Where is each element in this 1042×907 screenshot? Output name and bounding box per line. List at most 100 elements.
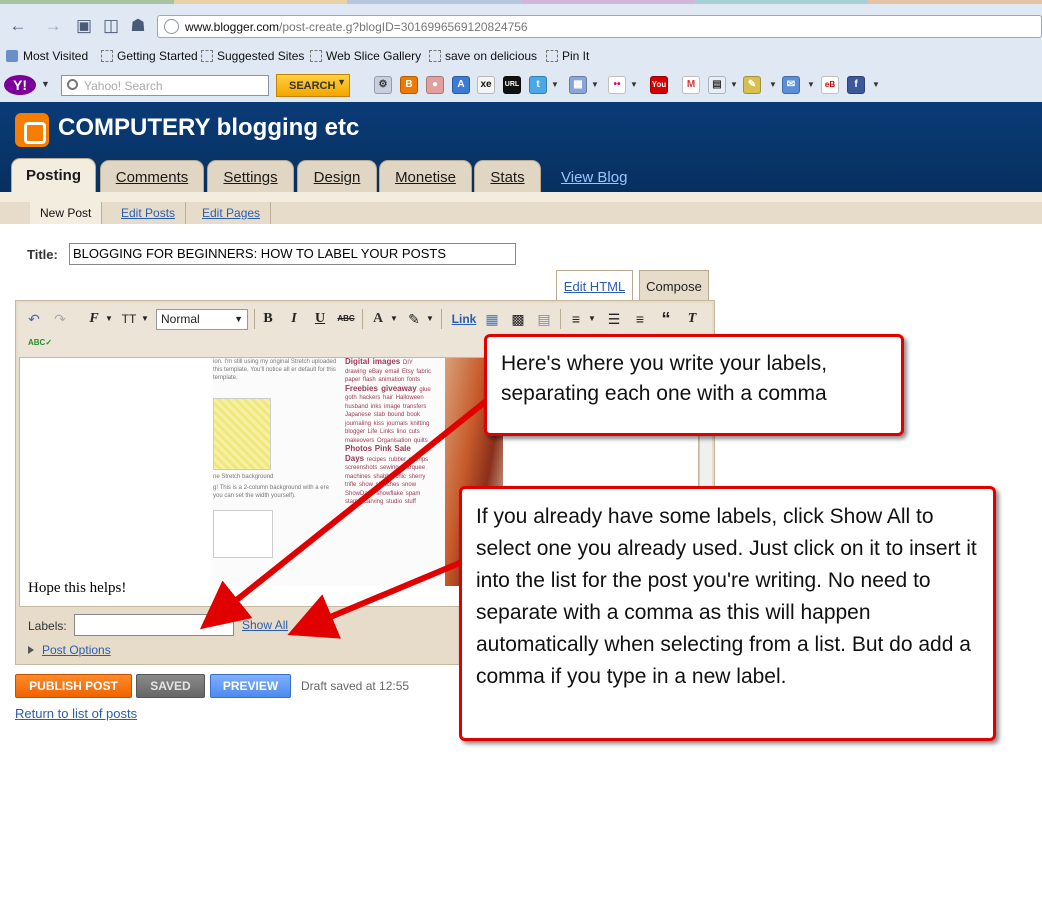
chevron-down-icon[interactable]: ▼ (140, 309, 150, 329)
undo-icon[interactable]: ↶ (24, 309, 44, 329)
edit-icon[interactable]: ✎ (743, 76, 761, 94)
toolbar-separator (362, 309, 363, 329)
chevron-down-icon[interactable]: ▼ (551, 80, 559, 89)
saved-button[interactable]: SAVED (136, 674, 205, 698)
twitter-icon[interactable]: t (529, 76, 547, 94)
flickr-icon[interactable]: •• (608, 76, 626, 94)
bold-icon[interactable]: B (258, 309, 278, 329)
highlight-icon[interactable]: ✎ (404, 309, 424, 329)
tab-stats[interactable]: Stats (474, 160, 541, 192)
blogger-icon[interactable]: B (400, 76, 418, 94)
post-title-input[interactable]: BLOGGING FOR BEGINNERS: HOW TO LABEL YOU… (69, 243, 516, 265)
italic-icon[interactable]: I (284, 309, 304, 329)
chevron-down-icon[interactable]: ▼ (591, 80, 599, 89)
jump-break-icon[interactable]: ▤ (534, 309, 554, 329)
chevron-down-icon[interactable]: ▼ (587, 309, 597, 329)
tab-posting[interactable]: Posting (11, 158, 96, 192)
show-all-tip-callout: If you already have some labels, click S… (459, 486, 996, 741)
strikethrough-icon[interactable]: ABC (336, 309, 356, 329)
edit-posts-link[interactable]: Edit Posts (121, 206, 175, 220)
chevron-down-icon[interactable]: ▼ (730, 80, 738, 89)
address-bar[interactable]: www.blogger.com/post-create.g?blogID=301… (157, 15, 1042, 38)
insert-image-icon[interactable]: ▦ (482, 309, 502, 329)
font-size-icon[interactable]: TT (119, 309, 139, 329)
navigation-bar: ← → ▣ ◫ ☗ www.blogger.com/post-create.g?… (0, 8, 1042, 44)
edit-pages-link[interactable]: Edit Pages (202, 206, 260, 220)
youtube-icon[interactable]: You (650, 76, 668, 94)
subnav-edit-posts[interactable]: Edit Posts (111, 202, 187, 224)
insert-link-button[interactable]: Link (449, 309, 479, 329)
yahoo-search-input[interactable]: Yahoo! Search (61, 75, 269, 96)
font-family-icon[interactable]: F (84, 309, 104, 329)
blogger-header: COMPUTERY blogging etc Posting Comments … (0, 102, 1042, 192)
view-blog-link[interactable]: View Blog (561, 169, 627, 186)
chevron-down-icon[interactable]: ▼ (807, 80, 815, 89)
show-all-link[interactable]: Show All (242, 618, 288, 632)
search-icon (67, 79, 78, 90)
chevron-down-icon[interactable]: ▼ (872, 80, 880, 89)
ebay-icon[interactable]: eB (821, 76, 839, 94)
tag-cloud-image: Digital images DIY drawing eBay email Et… (345, 357, 432, 505)
yahoo-search-button[interactable]: SEARCH ▼ (276, 74, 350, 97)
facebook-icon[interactable]: f (847, 76, 865, 94)
compose-tab[interactable]: Compose (639, 270, 709, 301)
back-icon[interactable]: ← (8, 16, 28, 36)
bookmark-suggested-sites[interactable]: Suggested Sites (201, 49, 304, 63)
numbered-list-icon[interactable]: ☰ (604, 309, 624, 329)
piggy-icon[interactable]: ● (426, 76, 444, 94)
tab-monetise[interactable]: Monetise (379, 160, 472, 192)
text-color-icon[interactable]: A (368, 309, 388, 329)
underline-icon[interactable]: U (310, 309, 330, 329)
edit-html-tab[interactable]: Edit HTML (556, 270, 633, 301)
return-to-posts-link[interactable]: Return to list of posts (15, 706, 137, 721)
labels-input[interactable] (74, 614, 234, 636)
spellcheck-icon[interactable]: ABC✓ (28, 333, 52, 353)
bookmark-icon (310, 50, 322, 62)
chevron-down-icon[interactable]: ▼ (389, 309, 399, 329)
chevron-down-icon[interactable]: ▼ (630, 80, 638, 89)
toolbar-separator (441, 309, 442, 329)
sidebar-icon[interactable]: ◫ (101, 16, 121, 36)
tinyurl-icon[interactable]: URL (503, 76, 521, 94)
chevron-down-icon[interactable]: ▼ (104, 309, 114, 329)
quote-icon[interactable]: “ (656, 309, 676, 329)
publish-post-button[interactable]: PUBLISH POST (15, 674, 132, 698)
tab-design[interactable]: Design (297, 160, 377, 192)
subtabs-spacer (0, 192, 1042, 202)
bookmark-most-visited[interactable]: Most Visited (6, 49, 88, 63)
bullet-list-icon[interactable]: ≡ (630, 309, 650, 329)
expand-triangle-icon (28, 646, 34, 654)
bookmark-getting-started[interactable]: Getting Started (101, 49, 198, 63)
tab-settings[interactable]: Settings (207, 160, 294, 192)
subnav-new-post[interactable]: New Post (30, 202, 103, 224)
window-icon[interactable]: ▣ (74, 16, 94, 36)
yahoo-logo[interactable]: Y! (4, 75, 36, 95)
mail-icon[interactable]: ✉ (782, 76, 800, 94)
redo-icon[interactable]: ↷ (50, 309, 70, 329)
xe-icon[interactable]: xe (477, 76, 495, 94)
preview-button[interactable]: PREVIEW (210, 674, 291, 698)
calendar-icon[interactable]: ▦ (569, 76, 587, 94)
subnav-edit-pages[interactable]: Edit Pages (192, 202, 272, 224)
clear-formatting-icon[interactable]: T (682, 309, 702, 329)
translate-icon[interactable]: A (452, 76, 470, 94)
insert-video-icon[interactable]: ▩ (508, 309, 528, 329)
tab-color-strip (0, 0, 1042, 4)
chevron-down-icon[interactable]: ▼ (41, 79, 50, 89)
notes-icon[interactable]: ▤ (708, 76, 726, 94)
toolbar-app-icon[interactable]: ⚙ (374, 76, 392, 94)
paragraph-format-select[interactable]: Normal ▼ (156, 309, 248, 330)
post-options-toggle[interactable]: Post Options (28, 643, 111, 657)
home-icon[interactable]: ☗ (128, 16, 148, 36)
tab-comments[interactable]: Comments (100, 160, 204, 192)
align-icon[interactable]: ≡ (566, 309, 586, 329)
gmail-icon[interactable]: M (682, 76, 700, 94)
bookmark-pin-it[interactable]: Pin It (546, 49, 589, 63)
post-options-link[interactable]: Post Options (42, 643, 111, 657)
chevron-down-icon[interactable]: ▼ (769, 80, 777, 89)
bookmark-web-slice-gallery[interactable]: Web Slice Gallery (310, 49, 421, 63)
chevron-down-icon[interactable]: ▼ (425, 309, 435, 329)
bookmark-save-on-delicious[interactable]: save on delicious (429, 49, 537, 63)
forward-icon[interactable]: → (43, 16, 63, 36)
blogger-logo-icon[interactable] (15, 113, 49, 147)
